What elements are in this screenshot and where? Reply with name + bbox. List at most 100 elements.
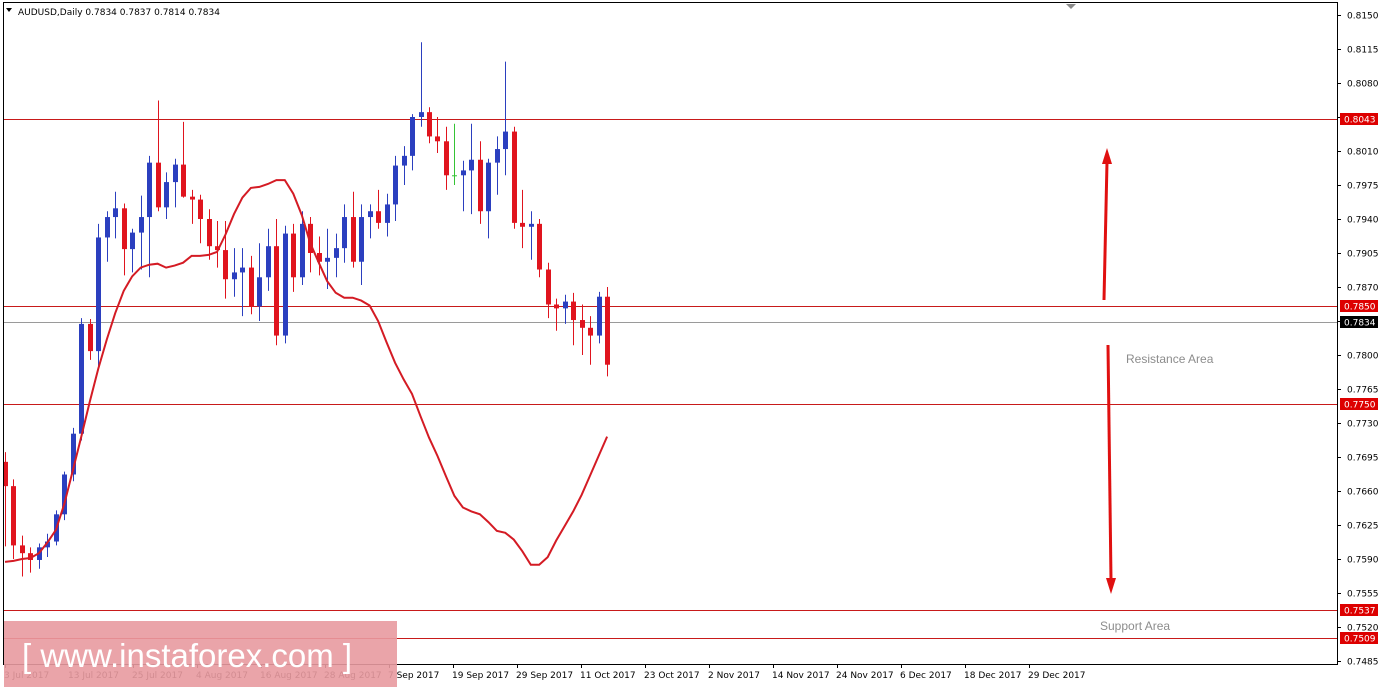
candle-body — [563, 301, 568, 309]
y-tick-label: 0.8115 — [1347, 46, 1379, 56]
candle-body — [512, 131, 517, 223]
candle-body — [283, 233, 288, 336]
price-tag-0.8043-text: 0.8043 — [1344, 116, 1376, 126]
candle-body — [79, 323, 84, 434]
candle-body — [122, 208, 127, 250]
watermark: [ www.instaforex.com ] — [4, 621, 397, 687]
y-tick-label: 0.8080 — [1347, 80, 1379, 90]
candle-body — [11, 486, 16, 546]
y-tick-label: 0.7730 — [1347, 420, 1379, 430]
candle-body — [461, 170, 466, 176]
candle-body — [529, 223, 534, 227]
candle-body — [368, 211, 373, 218]
candle-body — [435, 136, 440, 142]
candlestick-chart: AUDUSD,Daily 0.7834 0.7837 0.7814 0.7834… — [0, 0, 1381, 690]
candle — [537, 219, 542, 278]
candle-body — [139, 217, 144, 233]
current-price-tag-text: 0.7834 — [1344, 319, 1376, 329]
y-tick-label: 0.7625 — [1347, 522, 1379, 532]
y-tick-label: 0.7765 — [1347, 386, 1379, 396]
candle-body — [402, 155, 407, 166]
candle-body — [190, 196, 195, 200]
candle-body — [257, 277, 262, 307]
chart-title: AUDUSD,Daily 0.7834 0.7837 0.7814 0.7834 — [18, 8, 220, 18]
x-tick-label: 24 Nov 2017 — [836, 671, 894, 681]
candle-body — [20, 545, 25, 554]
current-price-tag: 0.7834 — [1340, 316, 1378, 329]
candle-body — [130, 232, 135, 250]
price-tag-0.7750: 0.7750 — [1340, 398, 1378, 411]
candle-body — [588, 327, 593, 336]
price-tag-0.7509: 0.7509 — [1340, 632, 1378, 645]
candle-body — [452, 175, 457, 177]
y-tick-label: 0.7800 — [1347, 352, 1379, 362]
candle-body — [351, 217, 356, 262]
candle-body — [181, 164, 186, 197]
y-tick-label: 0.7975 — [1347, 182, 1379, 192]
candle-body — [410, 117, 415, 156]
candle-body — [274, 246, 279, 336]
candle-body — [173, 164, 178, 183]
candle-body — [605, 296, 610, 365]
y-tick-label: 0.7695 — [1347, 454, 1379, 464]
candle — [96, 223, 101, 370]
x-tick-label: 29 Dec 2017 — [1028, 671, 1086, 681]
candle-body — [232, 272, 237, 280]
candle-body — [334, 248, 339, 258]
price-tag-0.8043: 0.8043 — [1340, 113, 1378, 126]
candle — [605, 287, 610, 377]
y-tick-label: 0.7555 — [1347, 590, 1379, 600]
chart-background — [0, 0, 1381, 690]
x-tick-label: 6 Dec 2017 — [900, 671, 952, 681]
x-tick-label: 19 Sep 2017 — [452, 671, 509, 681]
candle-body — [147, 162, 152, 218]
price-tag-0.7750-text: 0.7750 — [1344, 401, 1376, 411]
candle-body — [520, 222, 525, 227]
x-tick-label: 14 Nov 2017 — [772, 671, 830, 681]
support-area-label: Support Area — [1100, 619, 1170, 633]
chart-root: AUDUSD,Daily 0.7834 0.7837 0.7814 0.7834… — [0, 0, 1381, 690]
y-tick-label: 0.8010 — [1347, 148, 1379, 158]
candle-body — [580, 320, 585, 328]
y-tick-label: 0.7590 — [1347, 556, 1379, 566]
candle-body — [291, 233, 296, 278]
candle-body — [495, 149, 500, 163]
price-tag-0.7537: 0.7537 — [1340, 604, 1378, 617]
candle-body — [537, 223, 542, 270]
candle-body — [478, 159, 483, 212]
x-tick-label: 18 Dec 2017 — [964, 671, 1022, 681]
candle-body — [571, 301, 576, 321]
y-tick-label: 0.7940 — [1347, 216, 1379, 226]
watermark-text: [ www.instaforex.com ] — [22, 637, 352, 674]
x-tick-label: 29 Sep 2017 — [516, 671, 573, 681]
candle-body — [223, 250, 228, 280]
candle-body — [597, 296, 602, 336]
x-tick-label: 2 Nov 2017 — [708, 671, 760, 681]
price-tag-0.7537-text: 0.7537 — [1344, 607, 1376, 617]
candle-body — [393, 165, 398, 205]
candle-body — [359, 217, 364, 262]
candle-body — [249, 267, 254, 307]
candle-body — [486, 162, 491, 212]
candle-body — [300, 223, 305, 278]
y-tick-label: 0.7660 — [1347, 488, 1379, 498]
candle-body — [113, 208, 118, 218]
candle-body — [266, 246, 271, 278]
candle-body — [198, 199, 203, 219]
candle — [512, 126, 517, 229]
candle-body — [469, 159, 474, 171]
candle-body — [376, 211, 381, 223]
candle-body — [444, 141, 449, 176]
candle-body — [240, 267, 245, 273]
candle-body — [546, 269, 551, 305]
candle-body — [105, 217, 110, 238]
candle — [283, 225, 288, 344]
y-tick-label: 0.7485 — [1347, 658, 1379, 668]
candle — [79, 318, 84, 441]
candle-body — [325, 257, 330, 262]
price-tag-0.7509-text: 0.7509 — [1344, 635, 1376, 645]
candle-body — [554, 304, 559, 309]
candle-body — [503, 131, 508, 150]
y-tick-label: 0.7870 — [1347, 284, 1379, 294]
y-tick-label: 0.7905 — [1347, 250, 1379, 260]
